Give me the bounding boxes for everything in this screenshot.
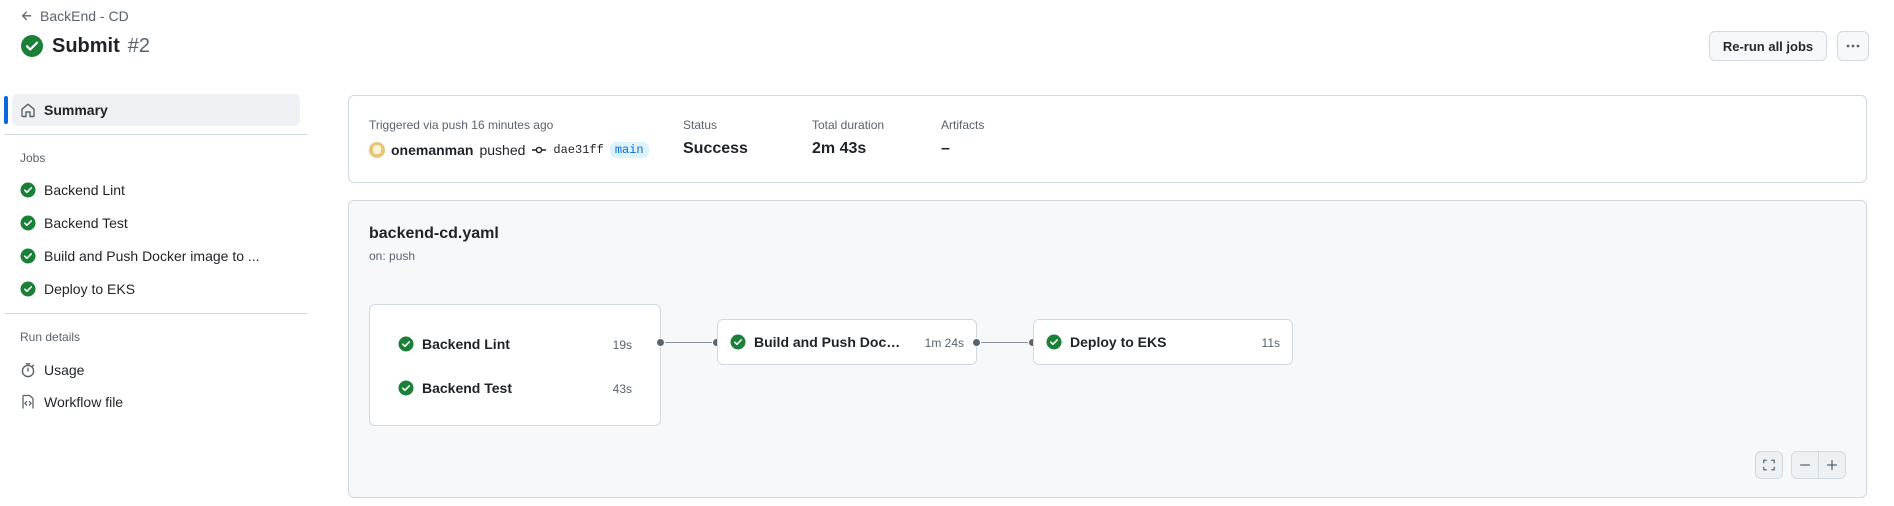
job-node-backend-test[interactable]: Backend Test xyxy=(398,380,598,396)
actor-link[interactable]: onemanman xyxy=(391,142,473,158)
sidebar-job-label: Backend Lint xyxy=(44,182,125,198)
zoom-in-button[interactable] xyxy=(1818,451,1846,479)
job-duration: 19s xyxy=(612,338,632,352)
back-to-workflow-link[interactable]: BackEnd - CD xyxy=(20,8,129,24)
check-circle-fill-icon xyxy=(20,215,36,231)
home-icon xyxy=(21,103,35,118)
sidebar-job-build-push[interactable]: Build and Push Docker image to ... xyxy=(20,248,260,264)
check-circle-fill-icon xyxy=(20,248,36,264)
check-circle-fill-icon xyxy=(21,35,43,57)
jobs-heading: Jobs xyxy=(20,151,46,165)
sidebar-job-label: Deploy to EKS xyxy=(44,281,136,297)
status-value: Success xyxy=(683,140,748,157)
job-name: Deploy to EKS xyxy=(1070,334,1167,350)
status-label: Status xyxy=(683,118,718,132)
plus-icon xyxy=(1826,459,1838,471)
job-node-backend-lint[interactable]: Backend Lint xyxy=(398,336,598,352)
action-text: pushed xyxy=(479,142,526,158)
more-options-button[interactable] xyxy=(1837,31,1869,61)
duration-label: Total duration xyxy=(812,118,885,132)
check-circle-fill-icon xyxy=(20,182,36,198)
fullscreen-button[interactable] xyxy=(1755,451,1783,479)
page-title: Submit #2 xyxy=(20,34,150,58)
usage-label: Usage xyxy=(44,362,85,378)
job-name: Build and Push Docker image to ECR xyxy=(754,334,902,350)
connector-dot xyxy=(972,338,981,347)
duration-value: 2m 43s xyxy=(812,140,867,157)
trigger-details: onemanman pushed dae31ff main xyxy=(369,142,649,158)
run-details-heading: Run details xyxy=(20,330,81,344)
job-duration: 1m 24s xyxy=(924,336,964,350)
commit-sha-link[interactable]: dae31ff xyxy=(553,143,603,157)
check-circle-fill-icon xyxy=(398,336,414,352)
job-duration: 43s xyxy=(612,382,632,396)
workflow-file-label: Workflow file xyxy=(44,394,124,410)
sidebar-divider xyxy=(4,313,308,314)
workflow-file-name: backend-cd.yaml xyxy=(369,225,499,242)
check-circle-fill-icon xyxy=(1046,334,1062,350)
run-summary-card: Triggered via push 16 minutes ago oneman… xyxy=(348,95,1867,183)
artifacts-value: – xyxy=(941,140,950,157)
back-link-label: BackEnd - CD xyxy=(40,8,129,24)
avatar[interactable] xyxy=(369,142,385,158)
job-duration: 11s xyxy=(1261,336,1280,350)
sidebar-job-backend-test[interactable]: Backend Test xyxy=(20,215,128,231)
sidebar-summary-label: Summary xyxy=(44,102,108,118)
minus-icon xyxy=(1799,464,1811,466)
workflow-trigger: on: push xyxy=(369,249,416,263)
sidebar-item-usage[interactable]: Usage xyxy=(20,362,84,378)
file-code-icon xyxy=(22,394,34,409)
check-circle-fill-icon xyxy=(730,334,746,350)
stopwatch-icon xyxy=(21,363,35,378)
branch-badge[interactable]: main xyxy=(609,142,649,158)
job-group: Backend Lint 19s Backend Test 43s xyxy=(369,304,661,426)
job-node-build-push[interactable]: Build and Push Docker image to ECR 1m 24… xyxy=(717,319,977,365)
job-name: Backend Test xyxy=(422,380,512,396)
run-title: Submit xyxy=(52,34,120,57)
run-number: #2 xyxy=(127,34,151,57)
zoom-out-button[interactable] xyxy=(1791,451,1819,479)
workflow-graph: backend-cd.yaml on: push Backend Lint 19… xyxy=(348,200,1867,498)
job-name: Backend Lint xyxy=(422,336,510,352)
git-commit-icon xyxy=(532,146,547,154)
sidebar-item-workflow-file[interactable]: Workflow file xyxy=(20,394,123,410)
check-circle-fill-icon xyxy=(398,380,414,396)
job-node-deploy-eks[interactable]: Deploy to EKS 11s xyxy=(1033,319,1293,365)
connector-dot xyxy=(656,338,665,347)
sidebar-job-label: Build and Push Docker image to ... xyxy=(44,248,260,264)
sidebar-divider xyxy=(4,134,308,135)
selected-indicator xyxy=(4,96,8,124)
arrow-left-icon xyxy=(21,11,32,21)
sidebar-item-summary[interactable]: Summary xyxy=(4,94,300,126)
sidebar-job-deploy-eks[interactable]: Deploy to EKS xyxy=(20,281,135,297)
screen-full-icon xyxy=(1763,459,1775,471)
artifacts-label: Artifacts xyxy=(941,118,985,132)
check-circle-fill-icon xyxy=(20,281,36,297)
sidebar-job-backend-lint[interactable]: Backend Lint xyxy=(20,182,125,198)
rerun-all-jobs-button[interactable]: Re-run all jobs xyxy=(1709,31,1827,61)
kebab-horizontal-icon xyxy=(1846,44,1860,48)
trigger-text: Triggered via push 16 minutes ago xyxy=(369,118,554,132)
sidebar-job-label: Backend Test xyxy=(44,215,128,231)
